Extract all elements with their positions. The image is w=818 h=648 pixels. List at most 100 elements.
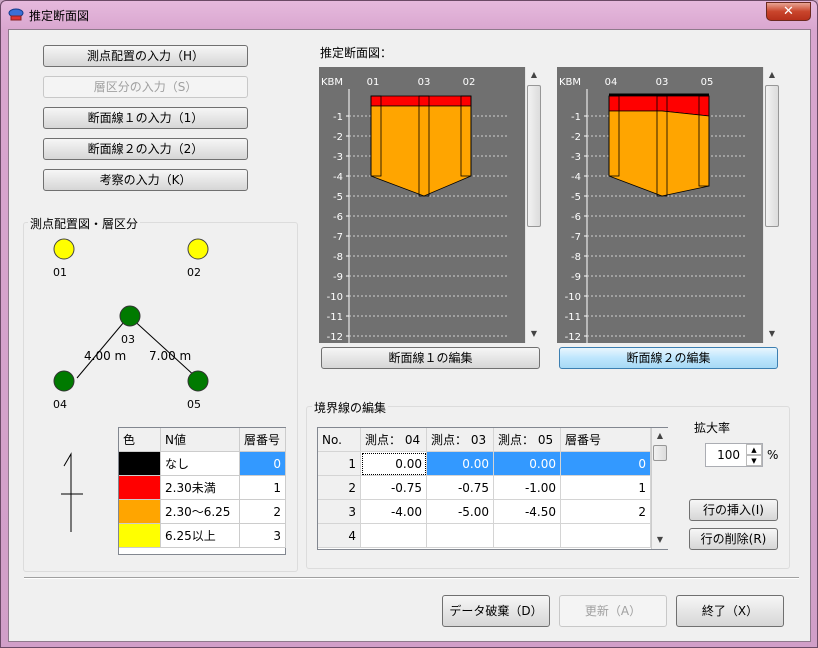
boundary-row-4-05[interactable] — [494, 524, 561, 548]
close-button[interactable]: ✕ — [766, 2, 811, 21]
scroll-down-arrow-icon[interactable]: ▼ — [764, 326, 780, 342]
boundary-row-1-no: 1 — [318, 452, 361, 476]
update-button[interactable]: 更新（A） — [559, 595, 667, 627]
boundary-row-1-03[interactable]: 0.00 — [427, 452, 494, 476]
legend-n-1[interactable]: 2.30未満 — [161, 476, 240, 500]
y-tick-label: -2 — [571, 132, 581, 143]
boundary-edit-group-label: 境界線の編集 — [312, 399, 389, 416]
distance-04-03-label: 4.00 m — [84, 349, 126, 363]
legend-swatch-3[interactable] — [119, 524, 161, 548]
y-tick-label: -1 — [571, 112, 581, 123]
legend-swatch-1[interactable] — [119, 476, 161, 500]
y-tick-label: -6 — [333, 212, 343, 223]
legend-n-3[interactable]: 6.25以上 — [161, 524, 240, 548]
boundary-row-4-04[interactable] — [361, 524, 427, 548]
boundary-row-2-03[interactable]: -0.75 — [427, 476, 494, 500]
station-layout-input-button[interactable]: 測点配置の入力（H） — [43, 45, 248, 67]
boundary-row-2-05[interactable]: -1.00 — [494, 476, 561, 500]
y-tick-label: -1 — [333, 112, 343, 123]
link-04-03 — [76, 315, 130, 379]
boundary-header-no: No. — [318, 428, 361, 452]
y-tick-label: -11 — [327, 312, 343, 323]
legend-n-2[interactable]: 2.30～6.25 — [161, 500, 240, 524]
scroll-thumb[interactable] — [765, 85, 779, 227]
boundary-row-4-03[interactable] — [427, 524, 494, 548]
legend-layer-2[interactable]: 2 — [240, 500, 286, 524]
discard-data-button[interactable]: データ破棄（D） — [442, 595, 550, 627]
boundary-header-05: 測点： 05 — [494, 428, 561, 452]
y-tick-label: -9 — [571, 272, 581, 283]
y-tick-label: -12 — [565, 332, 581, 343]
zoom-unit: % — [767, 448, 779, 462]
section-line-2-input-button[interactable]: 断面線２の入力（2） — [43, 138, 248, 160]
boundary-header-04: 測点： 04 — [361, 428, 427, 452]
boundary-row-3-05[interactable]: -4.50 — [494, 500, 561, 524]
spin-down-icon[interactable]: ▼ — [746, 455, 762, 466]
link-03-05 — [128, 315, 198, 379]
scroll-up-arrow-icon[interactable]: ▲ — [526, 67, 542, 83]
y-tick-label: -8 — [333, 252, 343, 263]
scroll-thumb[interactable] — [527, 85, 541, 227]
section-chart-1: KBM 01 03 02 -1 -2 -3 -4 -5 -6 -7 -8 -9 -10 -11 -12 — [319, 67, 525, 343]
station-label-02: 02 — [463, 77, 476, 88]
boundary-row-1-05[interactable]: 0.00 — [494, 452, 561, 476]
station-label-03: 03 — [656, 77, 669, 88]
boundary-row-3-no: 3 — [318, 500, 361, 524]
scroll-up-arrow-icon[interactable]: ▲ — [652, 428, 668, 444]
station-02-label: 02 — [187, 266, 201, 279]
layer-1-area — [370, 95, 472, 107]
section-chart-1-scrollbar[interactable]: ▲ ▼ — [525, 67, 542, 343]
finish-button[interactable]: 終了（X） — [676, 595, 784, 627]
legend-swatch-0[interactable] — [119, 452, 161, 476]
legend-header-color: 色 — [119, 428, 161, 452]
zoom-value[interactable]: 100 — [717, 448, 740, 462]
station-01-marker — [53, 238, 75, 260]
boundary-row-3-04[interactable]: -4.00 — [361, 500, 427, 524]
consideration-input-button[interactable]: 考察の入力（K） — [43, 169, 248, 191]
station-label-03: 03 — [418, 77, 431, 88]
boundary-row-1-layer[interactable]: 0 — [561, 452, 651, 476]
y-tick-label: -5 — [571, 192, 581, 203]
legend-layer-0[interactable]: 0 — [240, 452, 286, 476]
y-tick-label: -7 — [571, 232, 581, 243]
title-bar[interactable]: 推定断面図 ✕ — [1, 1, 817, 29]
station-label-04: 04 — [605, 77, 618, 88]
scroll-up-arrow-icon[interactable]: ▲ — [764, 67, 780, 83]
legend-swatch-2[interactable] — [119, 500, 161, 524]
legend-layer-3[interactable]: 3 — [240, 524, 286, 548]
layer-division-input-button[interactable]: 層区分の入力（S） — [43, 76, 248, 98]
section-line-1-input-button[interactable]: 断面線１の入力（1） — [43, 107, 248, 129]
y-tick-label: -5 — [333, 192, 343, 203]
insert-row-button[interactable]: 行の挿入(I) — [689, 499, 778, 521]
legend-n-0[interactable]: なし — [161, 452, 240, 476]
y-tick-label: -8 — [571, 252, 581, 263]
boundary-table-scrollbar[interactable]: ▲ ▼ — [651, 428, 668, 549]
app-icon — [8, 8, 24, 21]
boundary-row-3-layer[interactable]: 2 — [561, 500, 651, 524]
y-tick-label: -3 — [571, 152, 581, 163]
zoom-spinbox[interactable]: 100 ▲ ▼ — [705, 443, 763, 467]
zoom-label: 拡大率 — [694, 421, 731, 435]
station-03-label: 03 — [121, 333, 135, 346]
boundary-row-4-layer[interactable] — [561, 524, 651, 548]
boundary-row-2-layer[interactable]: 1 — [561, 476, 651, 500]
spin-up-icon[interactable]: ▲ — [746, 444, 762, 455]
section-chart-2: KBM 04 03 05 -1 -2 -3 -4 -5 -6 -7 -8 -9 -10 -11 -12 — [557, 67, 763, 343]
edit-section-line-1-button[interactable]: 断面線１の編集 — [321, 347, 540, 369]
dialog-body: 測点配置の入力（H） 層区分の入力（S） 断面線１の入力（1） 断面線２の入力（… — [8, 29, 811, 642]
scroll-down-arrow-icon[interactable]: ▼ — [526, 326, 542, 342]
boundary-table: No. 測点： 04 測点： 03 測点： 05 層番号 1 0.00 0.00… — [317, 427, 668, 550]
scroll-thumb[interactable] — [653, 445, 667, 461]
delete-row-button[interactable]: 行の削除(R) — [689, 528, 778, 550]
boundary-row-3-03[interactable]: -5.00 — [427, 500, 494, 524]
boundary-header-layer: 層番号 — [561, 428, 651, 452]
boundary-row-2-no: 2 — [318, 476, 361, 500]
station-02-marker — [187, 238, 209, 260]
section-chart-2-scrollbar[interactable]: ▲ ▼ — [763, 67, 780, 343]
boundary-row-2-04[interactable]: -0.75 — [361, 476, 427, 500]
legend-layer-1[interactable]: 1 — [240, 476, 286, 500]
scroll-down-arrow-icon[interactable]: ▼ — [652, 532, 668, 548]
edit-section-line-2-button[interactable]: 断面線２の編集 — [559, 347, 778, 369]
boundary-row-1-04[interactable]: 0.00 — [361, 452, 427, 476]
station-04-marker — [53, 370, 75, 392]
